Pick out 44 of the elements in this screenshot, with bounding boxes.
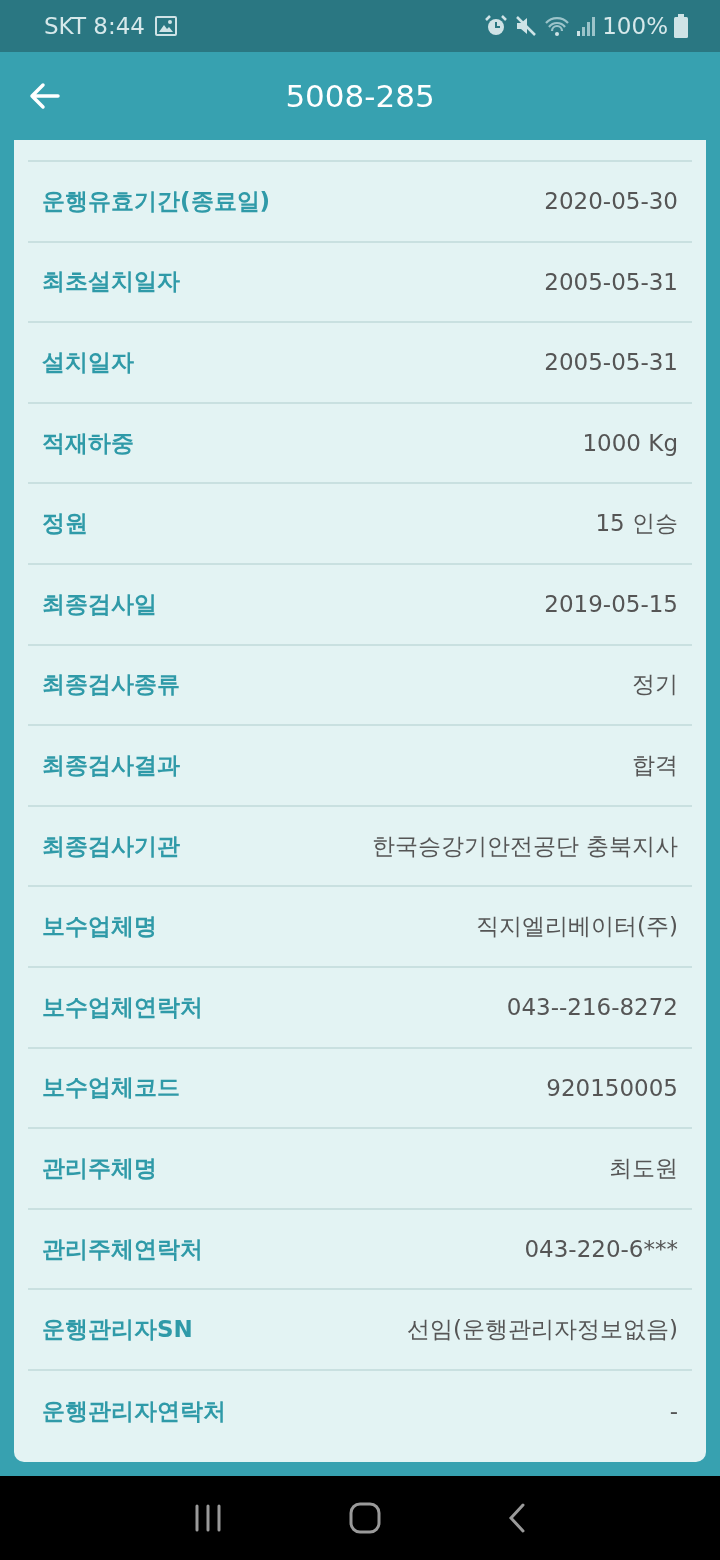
field-label: 설치일자	[42, 348, 134, 377]
field-value: 920150005	[546, 1074, 678, 1101]
field-value: 합격	[632, 750, 678, 780]
field-value: 직지엘리베이터(주)	[476, 912, 678, 942]
field-label: 최종검사기관	[42, 831, 180, 861]
field-value: 선임(운행관리자정보없음)	[407, 1315, 678, 1345]
battery-icon	[674, 14, 688, 38]
field-value: 2019-05-15	[544, 591, 678, 618]
field-label: 최종검사종류	[42, 670, 180, 700]
home-icon[interactable]	[349, 1502, 381, 1534]
field-value: 정기	[632, 670, 678, 700]
image-icon	[154, 16, 177, 36]
alarm-icon	[484, 14, 509, 38]
battery-percent: 100%	[602, 13, 668, 39]
field-label: 적재하중	[42, 428, 134, 458]
field-value: -	[669, 1398, 678, 1425]
field-label: 최종검사일	[42, 589, 157, 619]
back-icon[interactable]	[507, 1503, 527, 1533]
field-label: 보수업체연락처	[42, 992, 203, 1022]
field-label: 운행관리자SN	[42, 1315, 193, 1345]
field-value: 2020-05-30	[544, 188, 678, 215]
signal-icon	[576, 15, 597, 37]
field-value: 043--216-8272	[506, 994, 678, 1021]
page-title: 5008-285	[285, 78, 435, 114]
field-value: 2005-05-31	[544, 349, 678, 376]
field-label: 관리주체명	[42, 1153, 157, 1183]
field-label: 운행유효기간(종료일)	[42, 186, 271, 216]
field-value: 최도원	[609, 1153, 678, 1183]
recent-apps-icon[interactable]	[193, 1504, 223, 1532]
field-label: 최초설치일자	[42, 267, 180, 297]
field-label: 보수업체명	[42, 912, 157, 942]
back-arrow-icon	[28, 82, 60, 110]
field-label: 정원	[42, 509, 88, 539]
field-label: 보수업체코드	[42, 1073, 180, 1103]
field-value: 1000 Kg	[582, 430, 678, 457]
carrier-time: SKT 8:44	[44, 13, 145, 39]
field-label: 운행관리자연락처	[42, 1396, 226, 1426]
field-label: 최종검사결과	[42, 750, 180, 780]
field-label: 관리주체연락처	[42, 1234, 203, 1264]
field-value: 한국승강기안전공단 충북지사	[371, 831, 678, 861]
field-value: 15 인승	[595, 509, 678, 539]
wifi-icon	[544, 14, 571, 38]
field-value: 2005-05-31	[544, 268, 678, 295]
field-value: 043-220-6***	[524, 1236, 678, 1262]
